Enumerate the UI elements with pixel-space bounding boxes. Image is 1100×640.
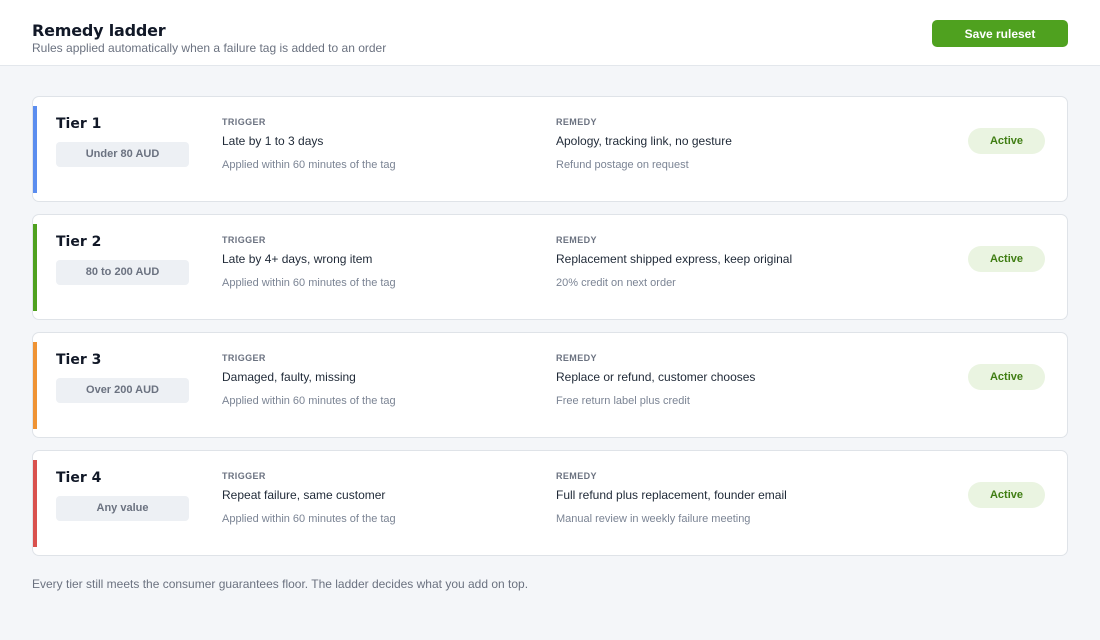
- footnote: Every tier still meets the consumer guar…: [32, 577, 529, 591]
- trigger-label: TRIGGER: [222, 471, 266, 481]
- remedy-label: REMEDY: [556, 117, 597, 127]
- trigger-label: TRIGGER: [222, 235, 266, 245]
- tier-card: Tier 1 Under 80 AUD TRIGGER Late by 1 to…: [32, 96, 1068, 202]
- tier-name: Tier 1: [56, 116, 102, 132]
- status-badge[interactable]: Active: [968, 128, 1045, 154]
- trigger-text: Late by 4+ days, wrong item: [222, 252, 373, 266]
- remedy-note: Free return label plus credit: [556, 395, 690, 407]
- trigger-note: Applied within 60 minutes of the tag: [222, 159, 396, 171]
- trigger-note: Applied within 60 minutes of the tag: [222, 395, 396, 407]
- trigger-text: Damaged, faulty, missing: [222, 370, 356, 384]
- remedy-text: Replacement shipped express, keep origin…: [556, 252, 793, 266]
- tier-color-bar: [33, 224, 37, 311]
- remedy-text: Replace or refund, customer chooses: [556, 370, 756, 384]
- tier-color-bar: [33, 342, 37, 429]
- tier-color-bar: [33, 106, 37, 193]
- tier-card: Tier 2 80 to 200 AUD TRIGGER Late by 4+ …: [32, 214, 1068, 320]
- tier-value-range: Under 80 AUD: [56, 142, 189, 167]
- remedy-label: REMEDY: [556, 353, 597, 363]
- remedy-note: 20% credit on next order: [556, 277, 676, 289]
- tier-card: Tier 4 Any value TRIGGER Repeat failure,…: [32, 450, 1068, 556]
- remedy-label: REMEDY: [556, 471, 597, 481]
- trigger-note: Applied within 60 minutes of the tag: [222, 513, 396, 525]
- trigger-note: Applied within 60 minutes of the tag: [222, 277, 396, 289]
- page-subtitle: Rules applied automatically when a failu…: [32, 41, 387, 55]
- tier-value-range: 80 to 200 AUD: [56, 260, 189, 285]
- trigger-text: Late by 1 to 3 days: [222, 134, 324, 148]
- remedy-label: REMEDY: [556, 235, 597, 245]
- trigger-text: Repeat failure, same customer: [222, 488, 386, 502]
- status-badge[interactable]: Active: [968, 246, 1045, 272]
- tier-color-bar: [33, 460, 37, 547]
- save-ruleset-button[interactable]: Save ruleset: [932, 20, 1068, 47]
- page-title: Remedy ladder: [32, 21, 166, 40]
- trigger-label: TRIGGER: [222, 353, 266, 363]
- remedy-note: Manual review in weekly failure meeting: [556, 513, 751, 525]
- tier-value-range: Over 200 AUD: [56, 378, 189, 403]
- tier-name: Tier 3: [56, 352, 102, 368]
- remedy-note: Refund postage on request: [556, 159, 689, 171]
- tier-value-range: Any value: [56, 496, 189, 521]
- page-header: Remedy ladder Rules applied automaticall…: [0, 0, 1100, 66]
- remedy-text: Apology, tracking link, no gesture: [556, 134, 732, 148]
- remedy-text: Full refund plus replacement, founder em…: [556, 488, 787, 502]
- status-badge[interactable]: Active: [968, 364, 1045, 390]
- tier-name: Tier 2: [56, 234, 102, 250]
- tier-card: Tier 3 Over 200 AUD TRIGGER Damaged, fau…: [32, 332, 1068, 438]
- trigger-label: TRIGGER: [222, 117, 266, 127]
- tier-name: Tier 4: [56, 470, 102, 486]
- status-badge[interactable]: Active: [968, 482, 1045, 508]
